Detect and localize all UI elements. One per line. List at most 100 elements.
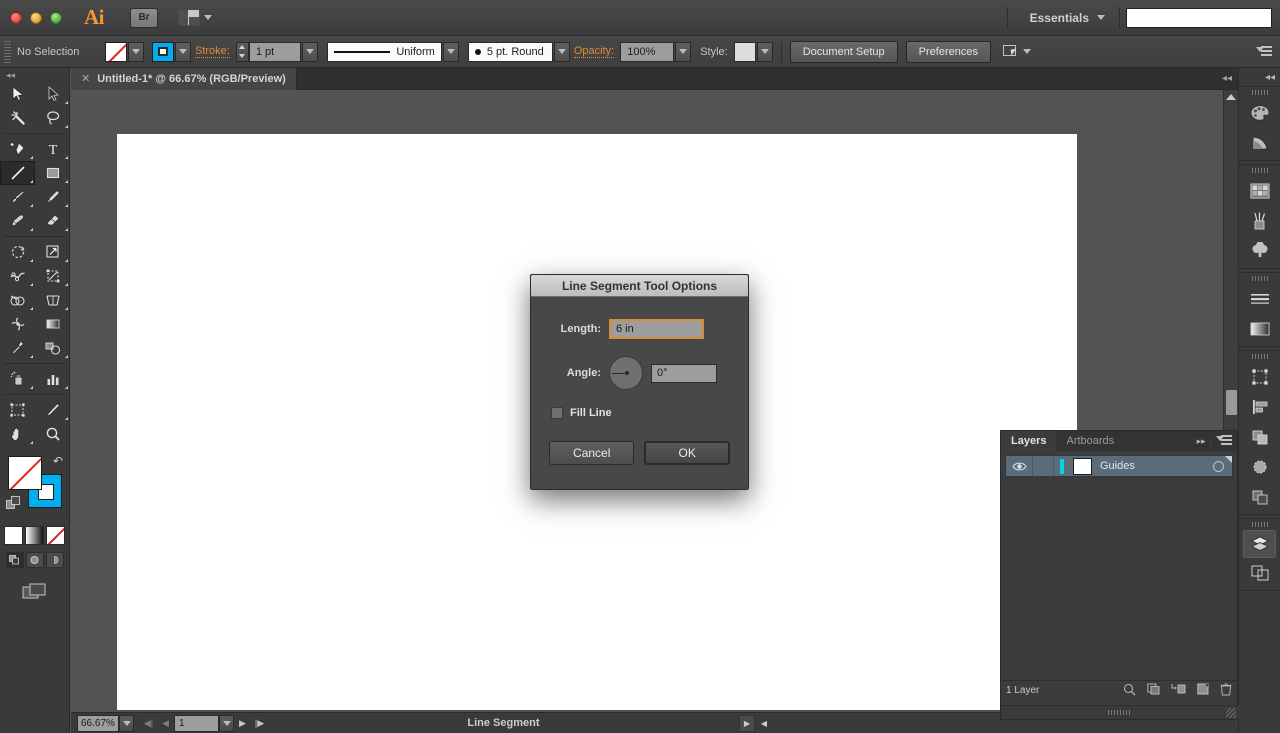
previous-artboard-icon[interactable]: ◀	[157, 715, 174, 732]
delete-selection-icon[interactable]	[1220, 683, 1232, 699]
control-bar-grip[interactable]	[4, 40, 11, 63]
free-transform-tool[interactable]	[35, 264, 70, 288]
blob-brush-tool[interactable]	[0, 209, 35, 233]
selection-tool[interactable]	[0, 82, 35, 106]
magic-wand-tool[interactable]	[0, 106, 35, 130]
dock-group-grip[interactable]	[1239, 165, 1280, 176]
transparency-panel-icon[interactable]	[1239, 452, 1280, 482]
blend-tool[interactable]	[35, 336, 70, 360]
angle-input[interactable]: 0°	[651, 363, 717, 383]
scale-tool[interactable]	[35, 240, 70, 264]
document-setup-button[interactable]: Document Setup	[789, 40, 898, 63]
symbol-sprayer-tool[interactable]	[0, 367, 35, 391]
swap-fill-stroke-icon[interactable]: ↶	[53, 454, 63, 468]
minimize-window-button[interactable]	[30, 11, 42, 24]
zoom-tool[interactable]	[35, 422, 70, 446]
change-screen-mode-icon[interactable]	[0, 582, 69, 602]
fill-line-row[interactable]: Fill Line	[551, 407, 730, 419]
rotate-tool[interactable]	[0, 240, 35, 264]
tab-layers[interactable]: Layers	[1001, 431, 1057, 451]
zoom-level-input[interactable]: 66.67%	[77, 714, 119, 732]
default-fill-stroke-icon[interactable]	[6, 496, 21, 514]
none-mode-icon[interactable]	[46, 526, 65, 545]
stroke-profile-dropdown[interactable]	[442, 41, 459, 62]
select-similar-objects-icon[interactable]	[1002, 44, 1023, 60]
next-artboard-icon[interactable]: ▶	[234, 715, 251, 732]
zoom-window-button[interactable]	[50, 11, 62, 24]
scroll-left-icon[interactable]: ◀	[761, 719, 767, 728]
swatches-panel-icon[interactable]	[1239, 176, 1280, 206]
stroke-profile-select[interactable]: Uniform	[326, 41, 442, 62]
collapse-to-icons-icon[interactable]: ◂◂	[1239, 68, 1280, 86]
first-artboard-icon[interactable]: ◀|	[140, 715, 157, 732]
brushes-panel-icon[interactable]	[1239, 206, 1280, 236]
search-input[interactable]	[1126, 7, 1272, 28]
ok-button[interactable]: OK	[644, 441, 730, 465]
gradient-tool[interactable]	[35, 312, 70, 336]
target-circle-icon[interactable]	[1213, 460, 1224, 472]
eye-icon[interactable]	[1006, 461, 1032, 472]
draw-inside-icon[interactable]	[45, 552, 64, 568]
stroke-color-swatch[interactable]	[152, 41, 174, 62]
tools-panel-collapse[interactable]: ◂◂	[0, 68, 69, 82]
lasso-tool[interactable]	[35, 106, 70, 130]
rectangle-tool[interactable]	[35, 161, 70, 185]
eyedropper-tool[interactable]	[0, 336, 35, 360]
opacity-dropdown[interactable]	[675, 41, 692, 62]
line-segment-tool[interactable]	[0, 161, 35, 185]
color-panel-icon[interactable]	[1239, 98, 1280, 128]
create-new-layer-icon[interactable]	[1197, 683, 1209, 698]
fill-none-indicator[interactable]	[8, 456, 42, 490]
create-new-sublayer-icon[interactable]	[1171, 683, 1186, 698]
close-window-button[interactable]	[10, 11, 22, 24]
last-artboard-icon[interactable]: |▶	[251, 715, 268, 732]
draw-behind-icon[interactable]	[25, 552, 44, 568]
status-menu-icon[interactable]: ▶	[738, 714, 755, 732]
opacity-input[interactable]: 100%	[620, 41, 675, 62]
color-mode-icon[interactable]	[4, 526, 23, 545]
appearance-panel-icon[interactable]	[1239, 482, 1280, 512]
pencil-tool[interactable]	[35, 185, 70, 209]
gradient-mode-icon[interactable]	[25, 526, 44, 545]
expand-panels-icon[interactable]: ▸▸	[1197, 436, 1206, 447]
bridge-icon[interactable]: Br	[130, 7, 158, 28]
width-tool[interactable]	[0, 264, 35, 288]
stroke-weight-input[interactable]: 1 pt	[248, 41, 301, 62]
symbols-panel-icon[interactable]	[1239, 236, 1280, 266]
type-tool[interactable]: T	[35, 137, 70, 161]
layers-panel-icon[interactable]	[1243, 530, 1276, 558]
artboard-number-input[interactable]: 1	[174, 714, 219, 732]
direct-selection-tool[interactable]	[35, 82, 70, 106]
paintbrush-tool[interactable]	[0, 185, 35, 209]
stroke-panel-icon[interactable]	[1239, 284, 1280, 314]
locate-object-icon[interactable]	[1123, 683, 1136, 699]
transform-panel-icon[interactable]	[1239, 362, 1280, 392]
perspective-grid-tool[interactable]	[35, 288, 70, 312]
color-guide-panel-icon[interactable]	[1239, 128, 1280, 158]
brush-definition-dropdown[interactable]	[553, 41, 570, 62]
dock-group-grip[interactable]	[1239, 273, 1280, 284]
cancel-button[interactable]: Cancel	[549, 441, 635, 465]
column-graph-tool[interactable]	[35, 367, 70, 391]
panel-menu-icon[interactable]	[1256, 45, 1272, 58]
chevron-down-icon[interactable]	[1022, 49, 1031, 54]
document-tab[interactable]: ✕ Untitled-1* @ 66.67% (RGB/Preview)	[71, 67, 297, 90]
stroke-dropdown[interactable]	[175, 41, 191, 62]
opacity-label[interactable]: Opacity:	[573, 45, 615, 58]
fill-dropdown[interactable]	[128, 41, 144, 62]
align-panel-icon[interactable]	[1239, 392, 1280, 422]
panel-menu-icon[interactable]	[1216, 435, 1232, 447]
hand-tool[interactable]	[0, 422, 35, 446]
layers-list[interactable]: Guides	[1001, 451, 1237, 680]
close-icon[interactable]: ✕	[81, 72, 90, 85]
gradient-panel-icon[interactable]	[1239, 314, 1280, 344]
scroll-up-icon[interactable]	[1226, 94, 1236, 100]
dock-group-grip[interactable]	[1239, 519, 1280, 530]
preferences-button[interactable]: Preferences	[905, 40, 991, 63]
length-input[interactable]: 6 in	[609, 319, 704, 339]
workspace-switcher[interactable]: Essentials	[1014, 11, 1113, 25]
pen-tool[interactable]	[0, 137, 35, 161]
artboard-tool[interactable]	[0, 398, 35, 422]
layers-panel-scroll-grip[interactable]	[1001, 705, 1239, 719]
slice-tool[interactable]	[35, 398, 70, 422]
